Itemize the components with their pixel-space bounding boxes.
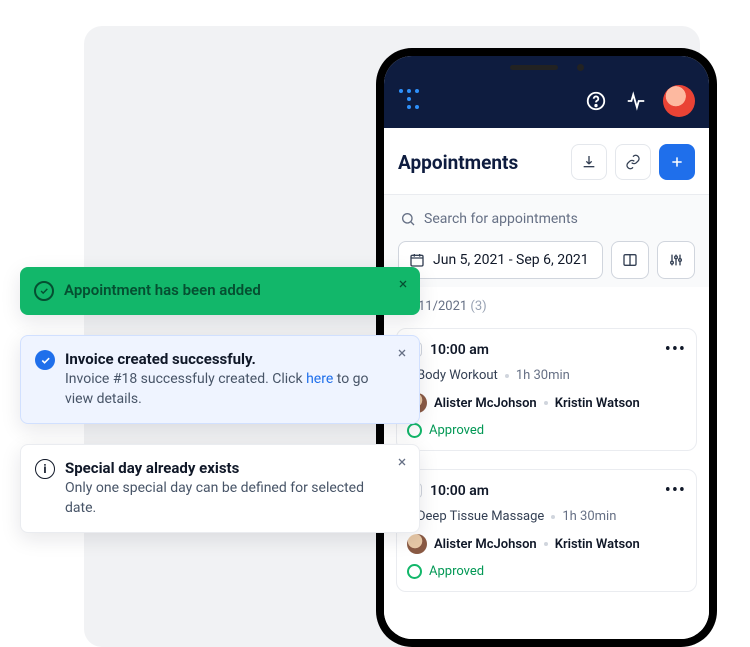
phone-screen: Appointments Search for appointm [384,56,709,639]
toast-invoice: Invoice created successfuly. Invoice #18… [20,335,420,424]
separator-dot [544,401,548,405]
toast-special-day: i Special day already exists Only one sp… [20,444,420,533]
toast-title: Appointment has been added [64,281,261,299]
staff-name: Alister McJohson [434,396,537,411]
more-icon[interactable]: ••• [665,339,686,360]
download-button[interactable] [571,144,607,180]
toast-stack: Appointment has been added Invoice creat… [20,267,420,533]
card-time: 10:00 am [430,483,489,499]
client-name: Kristin Watson [555,537,640,552]
search-input[interactable]: Search for appointments [398,205,695,233]
toast-title: Invoice created successfuly. [65,350,385,368]
appointment-card[interactable]: 10:00 am ••• Deep Tissue Massage 1h 30mi… [396,469,697,592]
search-icon [400,211,416,227]
separator-dot [551,515,555,519]
toast-success: Appointment has been added [20,267,420,315]
check-circle-icon [34,281,54,301]
more-icon[interactable]: ••• [665,480,686,501]
link-button[interactable] [615,144,651,180]
app-logo-icon[interactable] [398,88,424,114]
search-placeholder: Search for appointments [424,211,578,227]
toast-title: Special day already exists [65,459,385,477]
toast-body: Only one special day can be defined for … [65,479,385,518]
client-name: Kristin Watson [555,396,640,411]
date-range-label: Jun 5, 2021 - Sep 6, 2021 [433,252,589,268]
date-range-picker[interactable]: Jun 5, 2021 - Sep 6, 2021 [398,241,603,279]
close-icon[interactable] [394,275,412,293]
info-icon: i [35,459,55,479]
service-duration: 1h 30min [516,368,570,383]
group-count: (3) [470,299,486,314]
status-label: Approved [429,564,484,579]
service-name: Body Workout [417,368,498,383]
service-name: Deep Tissue Massage [417,509,544,524]
check-badge-icon [35,350,55,370]
sliders-button[interactable] [657,241,695,279]
group-header: 04/11/2021 (3) [384,287,709,320]
toast-link[interactable]: here [306,371,333,387]
toast-body: Invoice #18 successfuly created. Click h… [65,370,385,409]
separator-dot [544,542,548,546]
phone-notch [510,62,584,72]
card-time: 10:00 am [430,342,489,358]
close-icon[interactable] [393,344,411,362]
service-duration: 1h 30min [562,509,616,524]
phone-frame: Appointments Search for appointm [376,48,717,647]
separator-dot [505,374,509,378]
avatar[interactable] [663,85,695,117]
staff-avatar [407,534,427,554]
status-label: Approved [429,423,484,438]
columns-button[interactable] [611,241,649,279]
activity-icon[interactable] [623,88,649,114]
calendar-icon [409,252,425,268]
status-circle-icon [407,564,422,579]
close-icon[interactable] [393,453,411,471]
page-title: Appointments [398,151,518,174]
help-icon[interactable] [583,88,609,114]
staff-name: Alister McJohson [434,537,537,552]
appointment-card[interactable]: 10:00 am ••• Body Workout 1h 30min Alist… [396,328,697,451]
add-button[interactable] [659,144,695,180]
